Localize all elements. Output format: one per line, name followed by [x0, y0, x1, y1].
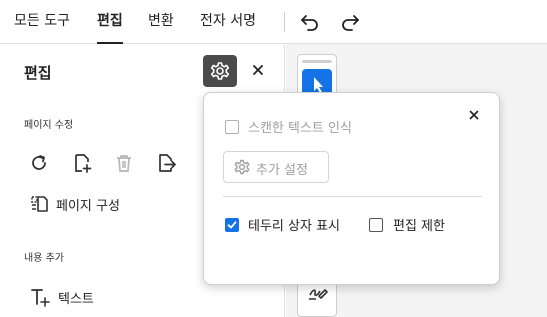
- ocr-label: 스캔한 텍스트 인식: [248, 121, 352, 136]
- popup-divider: [223, 196, 482, 197]
- add-text-tool[interactable]: 텍스트: [30, 286, 94, 308]
- tab-e-sign[interactable]: 전자 서명: [200, 0, 256, 44]
- delete-page-icon[interactable]: [113, 152, 135, 174]
- redo-icon[interactable]: [338, 10, 362, 34]
- add-text-icon: [31, 289, 50, 307]
- checkmark-icon: [227, 221, 237, 229]
- more-settings-label: 추가 설정: [256, 163, 308, 178]
- toolbar-divider: [284, 12, 285, 32]
- page-section-heading: 페이지 수정: [24, 120, 74, 131]
- bounding-box-label: 테두리 상자 표시: [248, 219, 340, 234]
- restrict-editing-label: 편집 제한: [393, 219, 445, 234]
- close-icon: [469, 110, 479, 120]
- insert-page-icon[interactable]: [72, 152, 94, 174]
- strip-handle[interactable]: [302, 60, 332, 63]
- rotate-icon[interactable]: [28, 152, 50, 174]
- panel-title: 편집: [24, 64, 52, 82]
- organize-pages-icon: [31, 196, 48, 212]
- content-section-heading: 내용 추가: [24, 253, 64, 264]
- edit-settings-popup: 스캔한 텍스트 인식 추가 설정 테두리 상자 표시 편집 제한: [203, 92, 500, 285]
- popup-close-button[interactable]: [466, 107, 482, 123]
- extract-page-icon[interactable]: [156, 152, 178, 174]
- add-text-label: 텍스트: [58, 291, 94, 307]
- gear-icon: [234, 159, 250, 175]
- more-settings-button[interactable]: 추가 설정: [223, 151, 329, 183]
- organize-pages-tool[interactable]: 페이지 구성: [30, 193, 120, 215]
- tab-convert[interactable]: 변환: [148, 0, 174, 44]
- close-icon: [253, 65, 263, 75]
- settings-button[interactable]: [203, 55, 237, 87]
- organize-pages-label: 페이지 구성: [56, 198, 120, 214]
- restrict-editing-checkbox[interactable]: [369, 218, 383, 232]
- tab-edit[interactable]: 편집: [97, 0, 123, 44]
- bounding-box-checkbox[interactable]: [225, 218, 239, 232]
- undo-icon[interactable]: [298, 10, 322, 34]
- tab-all-tools[interactable]: 모든 도구: [14, 0, 70, 44]
- gear-icon: [210, 62, 230, 80]
- top-toolbar: 모든 도구 편집 변환 전자 서명: [0, 0, 547, 44]
- ocr-checkbox[interactable]: [225, 120, 239, 134]
- close-panel-button[interactable]: [248, 60, 268, 80]
